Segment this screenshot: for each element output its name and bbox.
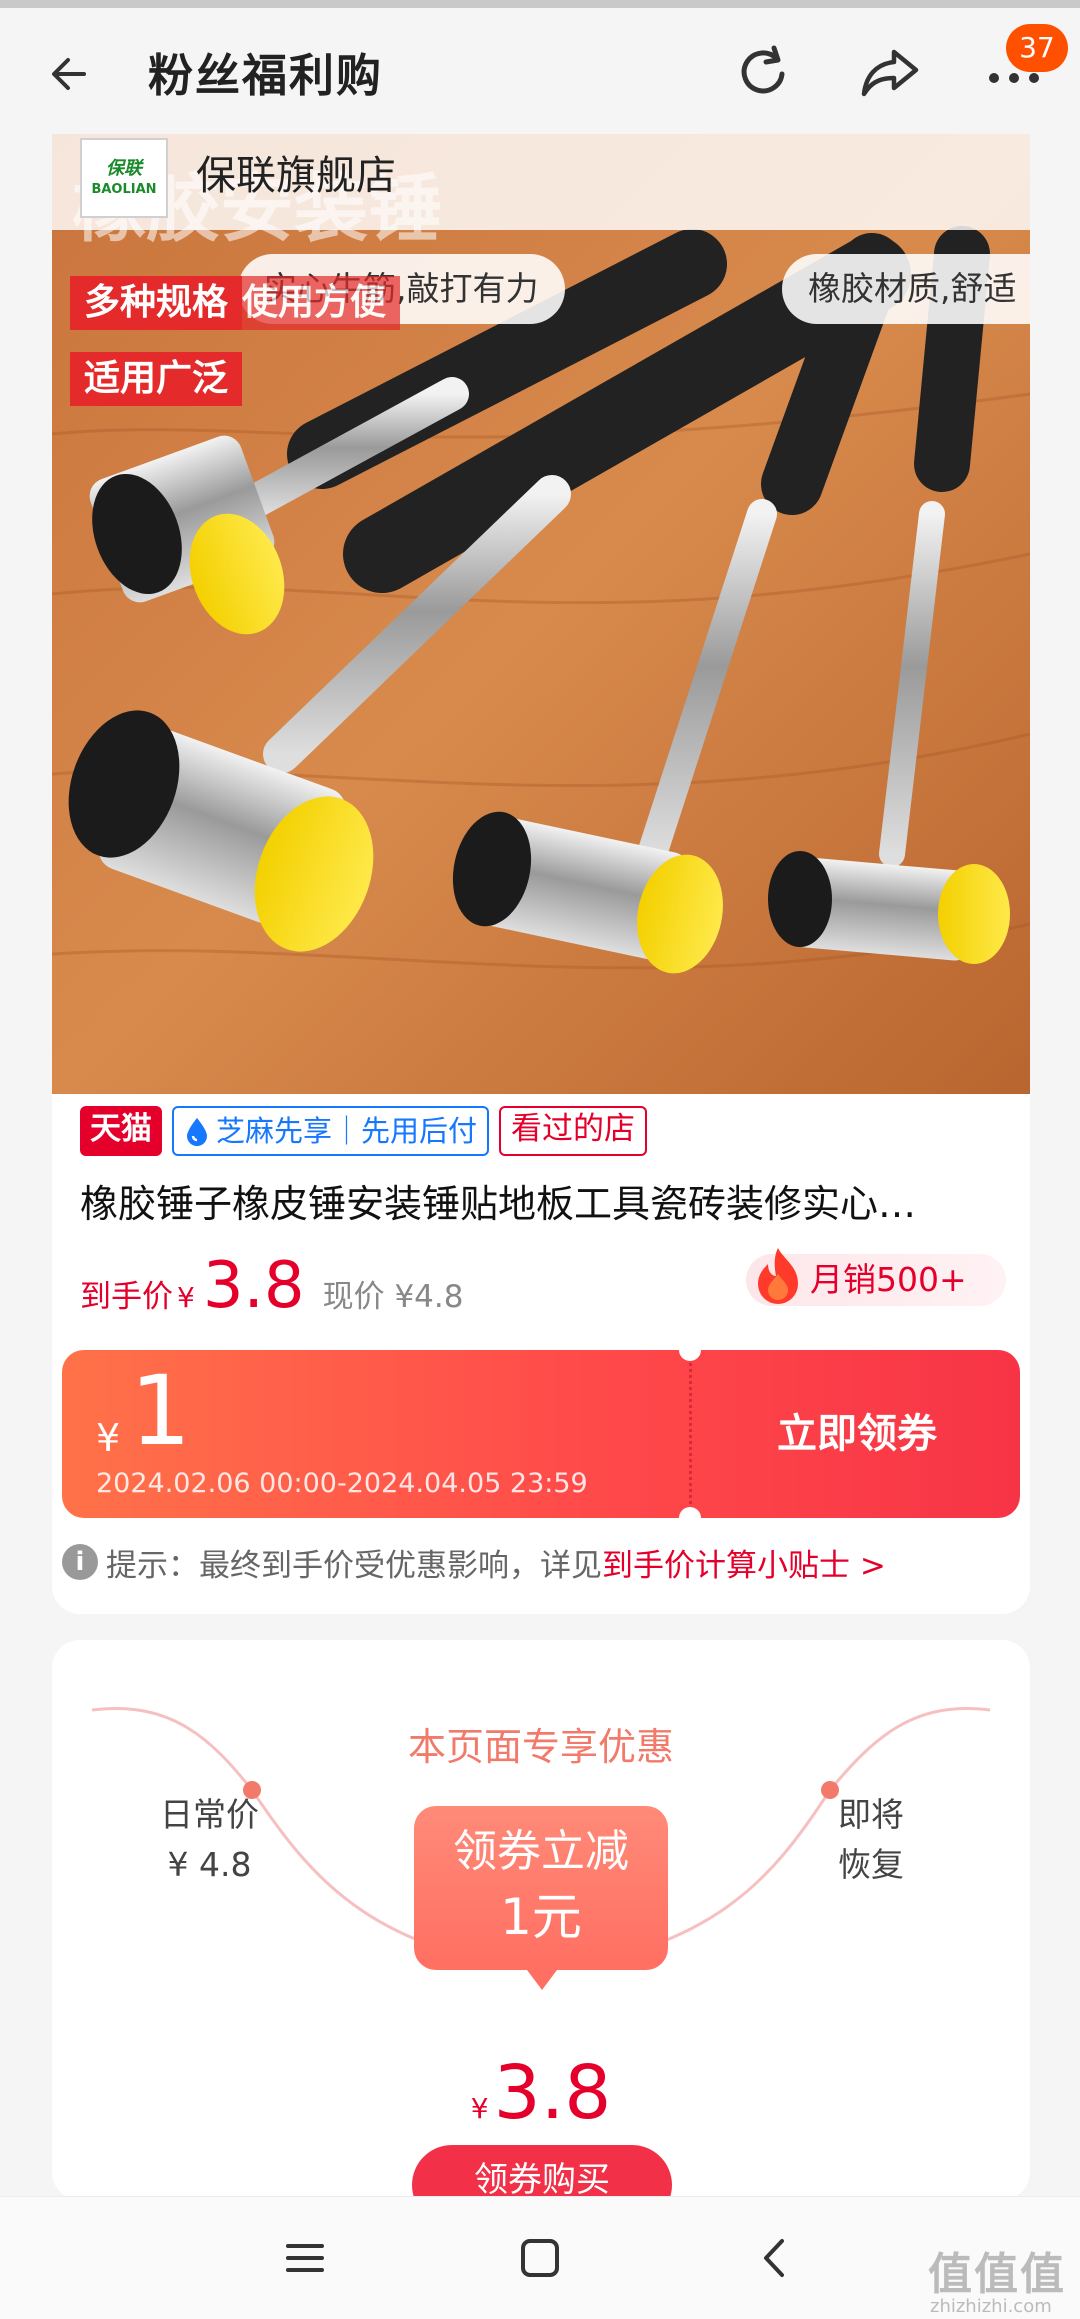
coupon-notch bbox=[679, 1350, 701, 1361]
overlay-tag: 多种规格 bbox=[70, 276, 243, 330]
store-name[interactable]: 保联旗舰店 bbox=[196, 146, 396, 206]
notification-badge: 37 bbox=[1006, 24, 1068, 72]
product-image[interactable]: 橡胶安装锤 bbox=[52, 134, 1030, 1094]
price-row: 到手价 ¥ 3.8 现价 ¥4.8 bbox=[80, 1249, 464, 1329]
coupon-notch bbox=[679, 1507, 701, 1518]
coupon-validity: 2024.02.06 00:00-2024.04.05 23:59 bbox=[96, 1468, 588, 1499]
info-icon: i bbox=[62, 1544, 98, 1580]
visited-store-tag: 看过的店 bbox=[499, 1106, 648, 1156]
top-bar: 粉丝福利购 37 bbox=[0, 8, 1080, 134]
store-logo: 保联 BAOLIAN bbox=[80, 138, 168, 218]
home-icon[interactable] bbox=[515, 2233, 565, 2283]
monthly-sales-badge: 月销500+ bbox=[746, 1248, 1006, 1306]
store-bar[interactable]: 保联 BAOLIAN 保联旗舰店 bbox=[52, 134, 1030, 230]
system-nav-bar bbox=[0, 2196, 1080, 2319]
menu-icon[interactable] bbox=[280, 2233, 330, 2283]
claim-coupon-button[interactable]: 立即领券 bbox=[722, 1394, 992, 1474]
coupon-card[interactable]: ¥ 1 2024.02.06 00:00-2024.04.05 23:59 立即… bbox=[62, 1350, 1020, 1518]
coupon-value: 1 bbox=[130, 1355, 192, 1467]
product-tags: 天猫 芝麻先享｜先用后付 看过的店 bbox=[80, 1106, 648, 1156]
share-icon[interactable] bbox=[858, 40, 922, 104]
tmall-tag: 天猫 bbox=[80, 1106, 162, 1156]
exclusive-offer-card: 本页面专享优惠 日常价 ¥ 4.8 即将 恢复 领券立减 1元 ¥ 3.8 领券… bbox=[52, 1640, 1030, 2200]
back-arrow-icon[interactable] bbox=[44, 46, 100, 102]
final-price: 3.8 bbox=[202, 1249, 305, 1323]
flame-icon bbox=[758, 1248, 798, 1304]
status-strip bbox=[0, 0, 1080, 8]
water-drop-icon bbox=[187, 1118, 207, 1146]
overlay-tag: 适用广泛 bbox=[70, 352, 243, 406]
feature-pill: 橡胶材质,舒适 bbox=[782, 254, 1030, 324]
watermark-url: zhizhizhi.com bbox=[930, 2296, 1052, 2317]
zhima-tag: 芝麻先享｜先用后付 bbox=[172, 1106, 490, 1156]
product-card: 橡胶安装锤 bbox=[52, 134, 1030, 1614]
overlay-tag: 使用方便 bbox=[228, 276, 401, 330]
coupon-divider bbox=[689, 1358, 692, 1510]
price-tip: i 提示：最终到手价受优惠影响，详见 到手价计算小贴士 > bbox=[62, 1534, 886, 1590]
buy-with-coupon-button[interactable]: 领券购买 bbox=[412, 2145, 672, 2200]
currency-symbol: ¥ bbox=[177, 1281, 195, 1314]
page-title: 粉丝福利购 bbox=[148, 49, 384, 102]
exclusive-title: 本页面专享优惠 bbox=[407, 1725, 674, 1769]
discount-box: 领券立减 1元 bbox=[414, 1806, 668, 1970]
product-title[interactable]: 橡胶锤子橡皮锤安装锤贴地板工具瓷砖装修实心… bbox=[80, 1174, 1020, 1234]
final-price-after-coupon: ¥ 3.8 bbox=[470, 2050, 612, 2136]
current-price: 现价 ¥4.8 bbox=[322, 1279, 464, 1315]
final-price-label: 到手价 bbox=[80, 1279, 173, 1315]
back-icon[interactable] bbox=[750, 2233, 800, 2283]
price-tips-link[interactable]: 到手价计算小贴士 > bbox=[602, 1540, 886, 1585]
coupon-currency: ¥ bbox=[96, 1416, 121, 1460]
regular-price: 日常价 ¥ 4.8 bbox=[160, 1795, 259, 1884]
refresh-icon[interactable] bbox=[732, 40, 796, 104]
restore-note: 即将 恢复 bbox=[838, 1795, 904, 1884]
